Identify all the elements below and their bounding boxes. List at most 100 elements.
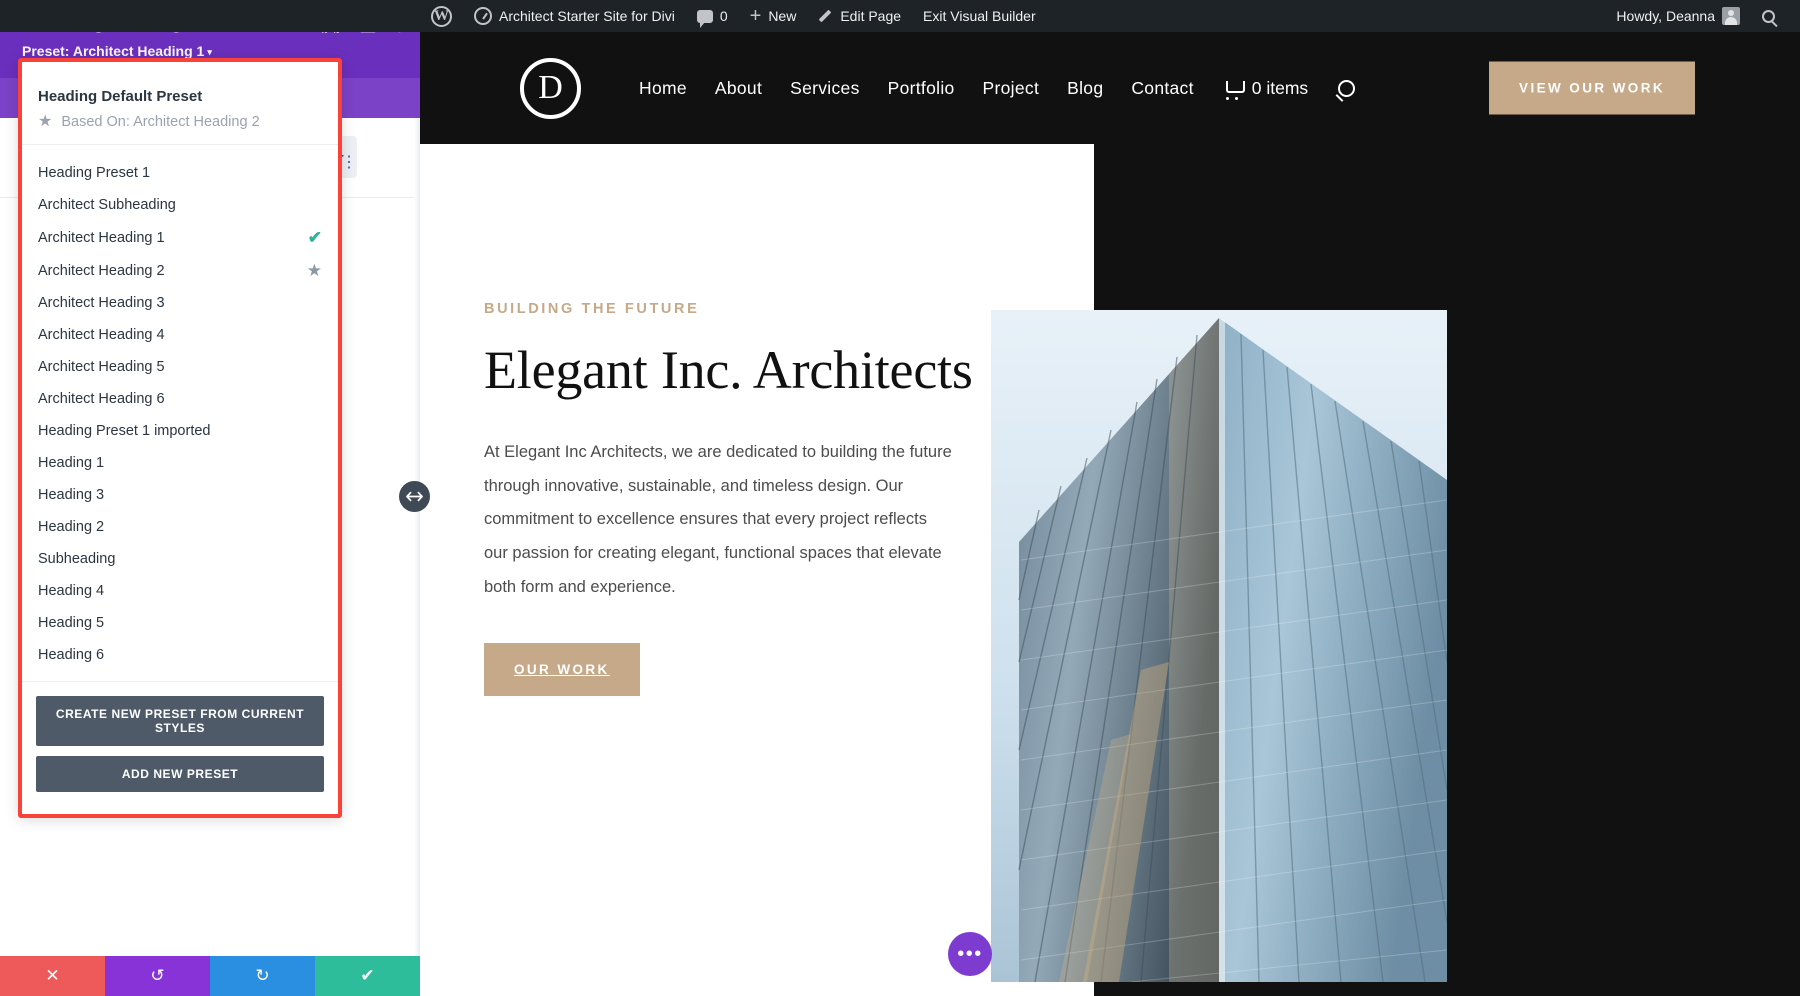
admin-bar-left-group: W Architect Starter Site for Divi 0 + Ne… bbox=[0, 0, 1047, 32]
add-new-preset-button[interactable]: ADD NEW PRESET bbox=[36, 756, 324, 792]
site-name-menu[interactable]: Architect Starter Site for Divi bbox=[463, 0, 686, 32]
floating-options-button[interactable]: ••• bbox=[948, 932, 992, 976]
redo-button[interactable]: ↻ bbox=[210, 956, 315, 996]
hero-heading[interactable]: Elegant Inc. Architects bbox=[484, 339, 1004, 403]
preset-item[interactable]: Architect Heading 4 bbox=[22, 319, 338, 351]
wp-admin-bar: W Architect Starter Site for Divi 0 + Ne… bbox=[0, 0, 1800, 32]
new-content-menu[interactable]: + New bbox=[739, 0, 808, 32]
undo-button[interactable]: ↺ bbox=[105, 956, 210, 996]
create-new-preset-button[interactable]: CREATE NEW PRESET FROM CURRENT STYLES bbox=[36, 696, 324, 746]
preset-item-label: Heading 3 bbox=[38, 487, 104, 503]
hero-eyebrow: BUILDING THE FUTURE bbox=[484, 301, 1004, 317]
hero-section: BUILDING THE FUTURE Elegant Inc. Archite… bbox=[420, 144, 1800, 996]
preset-item[interactable]: Heading Preset 1 bbox=[22, 157, 338, 189]
preset-item-label: Heading Preset 1 bbox=[38, 165, 150, 181]
preset-item[interactable]: Heading 6 bbox=[22, 639, 338, 671]
exit-visual-builder-link[interactable]: Exit Visual Builder bbox=[912, 0, 1047, 32]
edit-page-link[interactable]: Edit Page bbox=[807, 0, 912, 32]
nav-item-about[interactable]: About bbox=[701, 78, 776, 99]
site-logo[interactable]: D bbox=[520, 58, 581, 119]
new-label: New bbox=[768, 8, 796, 24]
plus-icon: + bbox=[750, 6, 762, 26]
default-preset-title: Heading Default Preset bbox=[38, 88, 322, 105]
star-icon: ★ bbox=[38, 114, 52, 130]
cart-item-count: 0 items bbox=[1252, 78, 1308, 99]
site-main-nav: Home About Services Portfolio Project Bl… bbox=[625, 78, 1355, 99]
panel-resize-handle[interactable] bbox=[399, 481, 430, 512]
preset-item[interactable]: Heading 4 bbox=[22, 575, 338, 607]
header-cta-button[interactable]: VIEW OUR WORK bbox=[1489, 62, 1695, 115]
preset-item-label: Architect Heading 6 bbox=[38, 391, 165, 407]
preset-item-label: Heading 6 bbox=[38, 647, 104, 663]
preset-actions: CREATE NEW PRESET FROM CURRENT STYLES AD… bbox=[22, 681, 338, 804]
wordpress-logo-icon[interactable]: W bbox=[420, 0, 463, 32]
panel-hidden-kebab-icon[interactable]: ⋮ bbox=[341, 160, 357, 165]
default-preset-basedon: ★ Based On: Architect Heading 2 bbox=[38, 114, 322, 130]
preset-item-label: Architect Heading 1 bbox=[38, 230, 165, 246]
dashboard-icon bbox=[474, 7, 492, 25]
panel-footer-toolbar: ✕ ↺ ↻ ✔ bbox=[0, 956, 420, 996]
nav-item-portfolio[interactable]: Portfolio bbox=[874, 78, 969, 99]
preset-item-label: Architect Subheading bbox=[38, 197, 176, 213]
nav-item-blog[interactable]: Blog bbox=[1053, 78, 1117, 99]
preset-item[interactable]: Heading 2 bbox=[22, 511, 338, 543]
preset-item-label: Heading 1 bbox=[38, 455, 104, 471]
star-icon: ★ bbox=[307, 262, 322, 279]
preset-selector-button[interactable]: Preset: Architect Heading 1▾ bbox=[22, 43, 398, 59]
admin-search-button[interactable] bbox=[1751, 0, 1786, 32]
preset-item-label: Subheading bbox=[38, 551, 115, 567]
panel-right-edge bbox=[414, 118, 420, 956]
module-settings-panel: Heading Settings Preset: Architect Headi… bbox=[0, 0, 420, 996]
howdy-label: Howdy, Deanna bbox=[1616, 8, 1715, 24]
visual-builder-preview: D Home About Services Portfolio Project … bbox=[420, 32, 1800, 996]
site-name-label: Architect Starter Site for Divi bbox=[499, 8, 675, 24]
comments-menu[interactable]: 0 bbox=[686, 0, 739, 32]
preset-item[interactable]: Heading 3 bbox=[22, 479, 338, 511]
hero-cta-button[interactable]: OUR WORK bbox=[484, 643, 640, 696]
preset-item-selected[interactable]: Architect Heading 1 ✔ bbox=[22, 221, 338, 254]
preset-item-label: Architect Heading 2 bbox=[38, 263, 165, 279]
preset-item[interactable]: Subheading bbox=[22, 543, 338, 575]
chevron-down-icon: ▾ bbox=[207, 47, 212, 57]
shopping-cart-icon bbox=[1224, 81, 1243, 96]
nav-item-services[interactable]: Services bbox=[776, 78, 874, 99]
preset-item-label: Heading 2 bbox=[38, 519, 104, 535]
cancel-button[interactable]: ✕ bbox=[0, 956, 105, 996]
edit-page-label: Edit Page bbox=[840, 8, 901, 24]
preset-item[interactable]: Architect Heading 3 bbox=[22, 287, 338, 319]
preset-item[interactable]: Heading Preset 1 imported bbox=[22, 415, 338, 447]
preset-selector-label: Preset: Architect Heading 1 bbox=[22, 43, 204, 59]
account-menu[interactable]: Howdy, Deanna bbox=[1605, 0, 1751, 32]
comment-bubble-icon bbox=[697, 10, 713, 23]
nav-item-project[interactable]: Project bbox=[969, 78, 1054, 99]
nav-item-home[interactable]: Home bbox=[625, 78, 701, 99]
hero-image bbox=[991, 310, 1447, 982]
comments-count: 0 bbox=[720, 8, 728, 24]
user-avatar-icon bbox=[1722, 7, 1740, 25]
hero-copy: BUILDING THE FUTURE Elegant Inc. Archite… bbox=[484, 301, 1004, 696]
preset-default-section[interactable]: Heading Default Preset ★ Based On: Archi… bbox=[22, 76, 338, 145]
hero-paragraph: At Elegant Inc Architects, we are dedica… bbox=[484, 436, 954, 605]
preset-item-label: Architect Heading 3 bbox=[38, 295, 165, 311]
preset-item[interactable]: Heading 5 bbox=[22, 607, 338, 639]
preset-item[interactable]: Heading 1 bbox=[22, 447, 338, 479]
screen-root: D Home About Services Portfolio Project … bbox=[0, 0, 1800, 996]
preset-item[interactable]: Architect Heading 5 bbox=[22, 351, 338, 383]
preset-list: Heading Preset 1 Architect Subheading Ar… bbox=[22, 145, 338, 681]
preset-item[interactable]: Architect Subheading bbox=[22, 189, 338, 221]
save-button[interactable]: ✔ bbox=[315, 956, 420, 996]
based-on-label: Based On: Architect Heading 2 bbox=[61, 114, 259, 130]
site-header: D Home About Services Portfolio Project … bbox=[420, 32, 1800, 144]
preset-item-label: Architect Heading 5 bbox=[38, 359, 165, 375]
cart-link[interactable]: 0 items bbox=[1224, 78, 1308, 99]
preset-dropdown-inner: Heading Default Preset ★ Based On: Archi… bbox=[22, 62, 338, 814]
preset-item-default[interactable]: Architect Heading 2 ★ bbox=[22, 254, 338, 287]
preset-dropdown: Heading Default Preset ★ Based On: Archi… bbox=[18, 58, 342, 818]
preset-item[interactable]: Architect Heading 6 bbox=[22, 383, 338, 415]
preset-item-label: Heading 4 bbox=[38, 583, 104, 599]
nav-item-contact[interactable]: Contact bbox=[1117, 78, 1207, 99]
preset-item-label: Heading Preset 1 imported bbox=[38, 423, 211, 439]
preset-item-label: Architect Heading 4 bbox=[38, 327, 165, 343]
preset-item-label: Heading 5 bbox=[38, 615, 104, 631]
search-icon[interactable] bbox=[1338, 80, 1355, 97]
